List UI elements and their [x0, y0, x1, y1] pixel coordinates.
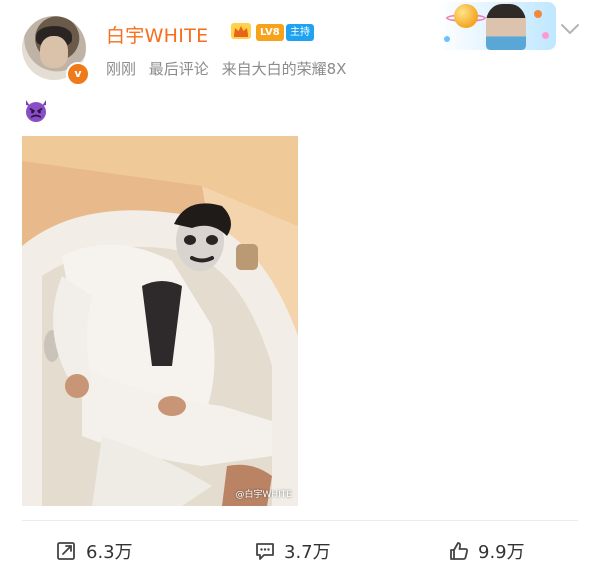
- post-photo[interactable]: @白宇WHITE: [22, 136, 298, 506]
- comment-icon: [256, 543, 274, 560]
- avatar-face: [40, 36, 68, 68]
- repost-button[interactable]: 6.3万: [56, 538, 133, 564]
- like-count: 9.9万: [478, 542, 525, 563]
- action-divider: [22, 520, 578, 521]
- star-dot: [444, 36, 450, 42]
- post-source[interactable]: 来自大白的荣耀8X: [222, 60, 347, 78]
- planet-icon: [454, 4, 478, 28]
- comment-button[interactable]: 3.7万: [254, 538, 331, 564]
- weibo-post: v 白宇WHITE LV8 主持 刚刚 最后评论 来自大白的荣耀8X @白宇WH…: [0, 0, 600, 580]
- repost-icon: [57, 542, 75, 560]
- star-dot: [534, 10, 542, 18]
- level-badge: LV8: [256, 24, 284, 41]
- host-badge: 主持: [286, 24, 314, 41]
- like-icon: [450, 542, 468, 560]
- username[interactable]: 白宇WHITE: [106, 21, 208, 48]
- chevron-down-icon[interactable]: [560, 22, 580, 36]
- photo-watermark: @白宇WHITE: [235, 490, 292, 500]
- comment-count: 3.7万: [284, 542, 331, 563]
- decoration-portrait: [486, 4, 526, 50]
- post-time: 刚刚: [106, 60, 137, 78]
- verified-badge: v: [66, 62, 90, 86]
- post-meta: 刚刚 最后评论 来自大白的荣耀8X: [106, 58, 354, 79]
- profile-decoration-card: [438, 2, 556, 50]
- crown-icon: [231, 23, 251, 39]
- devil-emoji-icon: [26, 100, 46, 122]
- star-dot: [542, 32, 549, 39]
- photo-illustration: [22, 136, 298, 506]
- last-comment-label: 最后评论: [148, 60, 209, 78]
- like-button[interactable]: 9.9万: [448, 538, 525, 564]
- repost-count: 6.3万: [86, 542, 133, 563]
